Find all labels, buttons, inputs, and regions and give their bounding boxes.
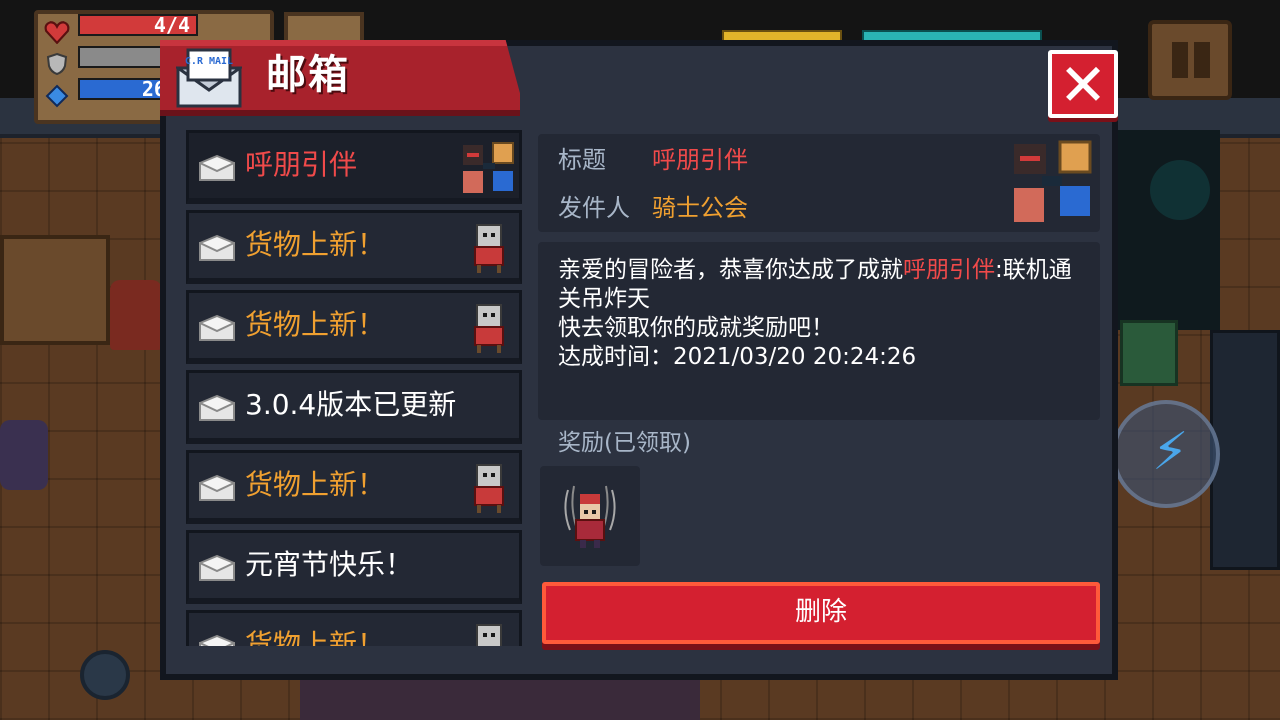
open-envelope-icon <box>199 315 235 341</box>
barrel <box>80 650 130 700</box>
mail-item[interactable]: 货物上新！ <box>186 290 522 364</box>
npc-character <box>110 280 162 350</box>
carpet <box>300 680 700 720</box>
lightning-icon: ⚡ <box>1152 422 1189 482</box>
merchant-icon <box>474 304 504 353</box>
open-envelope-icon <box>199 555 235 581</box>
mailbox-dialog: C.R MAIL 邮箱 ✕ 呼朋引伴 货物上新！ 货物上新！ 3.0.4版本已更… <box>160 40 1118 680</box>
mail-body-line: 快去领取你的成就奖励吧！ <box>558 315 834 341</box>
mail-item-title: 货物上新！ <box>245 628 386 646</box>
mail-item[interactable]: 3.0.4版本已更新 <box>186 370 522 444</box>
open-envelope-icon <box>199 155 235 181</box>
open-envelope-icon <box>199 395 235 421</box>
title-key: 标题 <box>558 146 606 174</box>
mail-item-title: 元宵节快乐！ <box>245 548 414 581</box>
svg-text:C.R MAIL: C.R MAIL <box>185 56 233 67</box>
character-skin-icon <box>564 485 616 548</box>
reward-label: 奖励(已领取) <box>558 430 691 456</box>
delete-button[interactable]: 删除 <box>542 582 1100 644</box>
mail-body: 亲爱的冒险者，恭喜你达成了成就呼朋引伴:联机通关吊炸天 快去领取你的成就奖励吧！… <box>538 242 1100 420</box>
merchant-icon <box>476 624 502 646</box>
mail-item[interactable]: 元宵节快乐！ <box>186 530 522 604</box>
mail-item[interactable]: 货物上新！ <box>186 210 522 284</box>
energy-gem-icon <box>45 84 69 108</box>
cabinet <box>1210 330 1280 570</box>
hp-bar: 4/4 <box>78 14 198 36</box>
shield-icon <box>46 52 68 76</box>
pause-icon <box>1172 42 1188 78</box>
group-portrait-icon <box>1014 140 1092 222</box>
mailbox-header: C.R MAIL 邮箱 <box>160 40 520 116</box>
mail-item-title: 货物上新！ <box>245 308 386 341</box>
sender-key: 发件人 <box>558 194 630 222</box>
mail-list[interactable]: 呼朋引伴 货物上新！ 货物上新！ 3.0.4版本已更新 货物上新！ 元宵节快乐！… <box>180 130 522 646</box>
wooden-shelf <box>0 235 110 345</box>
open-envelope-icon <box>199 475 235 501</box>
green-crate <box>1120 320 1178 386</box>
teal-glow <box>1150 160 1210 220</box>
mail-body-line: 亲爱的冒险者，恭喜你达成了成就呼朋引伴:联机通关吊炸天 <box>558 257 1072 312</box>
mail-item[interactable]: 货物上新！ <box>186 450 522 524</box>
reward-slot[interactable] <box>540 466 640 566</box>
mail-item-title: 货物上新！ <box>245 468 386 501</box>
merchant-icon <box>474 464 504 513</box>
mail-item[interactable]: 货物上新！ <box>186 610 522 646</box>
mail-item-title: 呼朋引伴 <box>245 148 358 181</box>
heart-icon <box>44 21 70 44</box>
npc-character <box>0 420 48 490</box>
mail-item[interactable]: 呼朋引伴 <box>186 130 522 204</box>
mail-body-line: 达成时间：2021/03/20 20:24:26 <box>558 344 917 370</box>
pause-button[interactable] <box>1148 20 1232 100</box>
skill-button[interactable]: ⚡ <box>1112 400 1220 508</box>
close-button[interactable]: ✕ <box>1048 50 1118 118</box>
mail-detail-header: 标题 呼朋引伴 发件人 骑士公会 <box>538 134 1100 232</box>
group-portrait-icon <box>463 142 514 193</box>
achievement-name: 呼朋引伴 <box>903 257 995 283</box>
mail-envelope-icon: C.R MAIL <box>176 48 242 108</box>
open-envelope-icon <box>199 635 235 646</box>
close-icon: ✕ <box>1058 51 1108 119</box>
mail-item-title: 货物上新！ <box>245 228 386 261</box>
sender-value: 骑士公会 <box>652 194 748 222</box>
merchant-icon <box>474 224 504 273</box>
title-value: 呼朋引伴 <box>652 146 748 174</box>
open-envelope-icon <box>199 235 235 261</box>
mail-item-title: 3.0.4版本已更新 <box>245 388 457 421</box>
dark-doorway <box>1110 130 1220 330</box>
mailbox-title: 邮箱 <box>266 52 350 98</box>
